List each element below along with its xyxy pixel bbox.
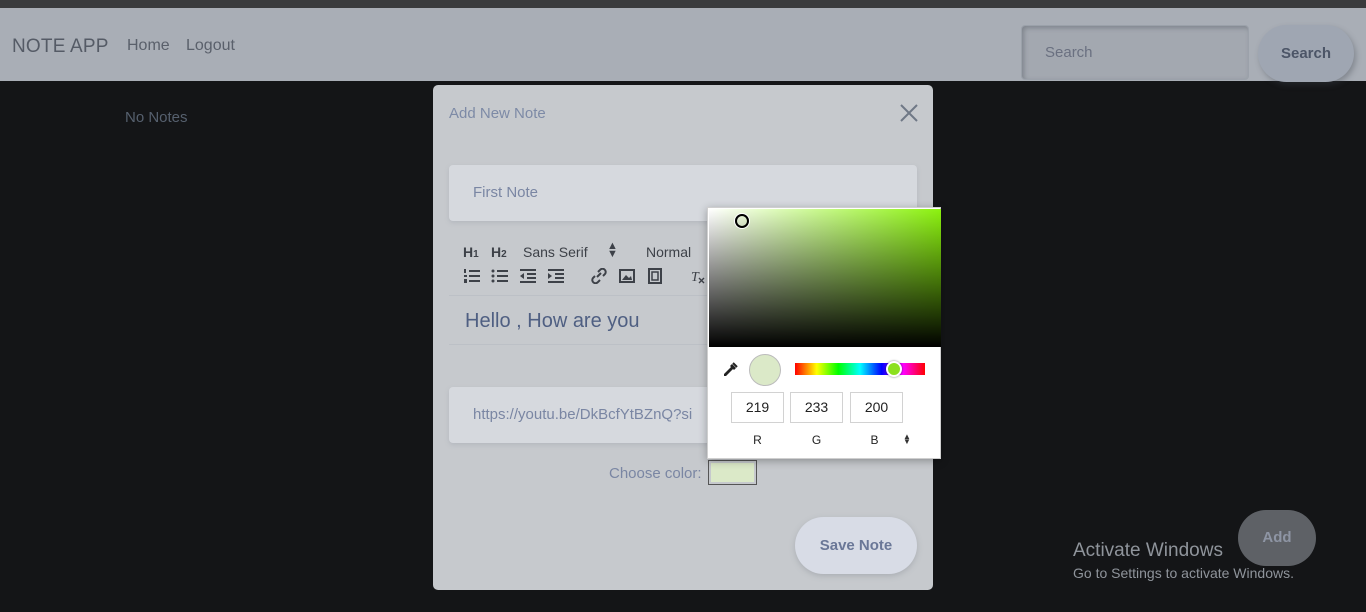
heading-2-button[interactable]: H2 — [491, 244, 507, 260]
green-label: G — [811, 433, 822, 447]
window-top-strip — [0, 0, 1366, 8]
outdent-icon[interactable] — [519, 268, 537, 284]
heading-1-button[interactable]: H1 — [463, 244, 479, 260]
green-value-input[interactable]: 233 — [790, 392, 843, 423]
editor-content[interactable]: Hello , How are you — [465, 310, 640, 333]
activate-subtitle: Go to Settings to activate Windows. — [1073, 565, 1294, 581]
clear-format-icon[interactable]: T — [689, 268, 707, 284]
brand-logo[interactable]: NOTE APP — [12, 36, 109, 58]
nav-home-link[interactable]: Home — [127, 37, 170, 55]
choose-color-label: Choose color: — [609, 465, 702, 482]
saturation-handle[interactable] — [735, 214, 749, 228]
save-note-button[interactable]: Save Note — [795, 517, 917, 574]
video-icon[interactable] — [646, 268, 664, 284]
color-picker-popup: 219 233 200 R G B ▲ ▼ — [707, 207, 941, 459]
indent-icon[interactable] — [547, 268, 565, 284]
blue-value-input[interactable]: 200 — [850, 392, 903, 423]
close-icon[interactable] — [898, 102, 920, 124]
format-toggle-icon[interactable]: ▲ ▼ — [903, 433, 911, 446]
image-icon[interactable] — [618, 268, 636, 284]
red-value-input[interactable]: 219 — [731, 392, 784, 423]
hue-slider[interactable] — [795, 363, 925, 375]
red-label: R — [753, 433, 762, 447]
empty-notes-message: No Notes — [125, 109, 188, 126]
font-size-select[interactable]: Normal — [646, 244, 691, 260]
saturation-area[interactable] — [709, 209, 941, 347]
hue-slider-handle[interactable] — [886, 361, 902, 377]
eyedropper-icon[interactable] — [722, 362, 738, 378]
color-preview — [749, 354, 781, 386]
bullet-list-icon[interactable] — [491, 268, 509, 284]
color-input-swatch[interactable] — [708, 460, 757, 485]
modal-title: Add New Note — [449, 105, 546, 122]
font-family-select[interactable]: Sans Serif — [523, 244, 588, 260]
link-icon[interactable] — [590, 268, 608, 284]
search-input[interactable]: Search — [1021, 25, 1249, 80]
nav-logout-link[interactable]: Logout — [186, 37, 235, 55]
blue-label: B — [870, 433, 879, 447]
svg-text:T: T — [691, 270, 700, 284]
ordered-list-icon[interactable] — [463, 268, 481, 284]
navbar: NOTE APP Home Logout Search Search — [0, 8, 1366, 82]
add-note-button[interactable]: Add — [1238, 510, 1316, 566]
search-button[interactable]: Search — [1258, 25, 1354, 82]
select-arrows-icon: ▲ ▼ — [607, 240, 618, 260]
